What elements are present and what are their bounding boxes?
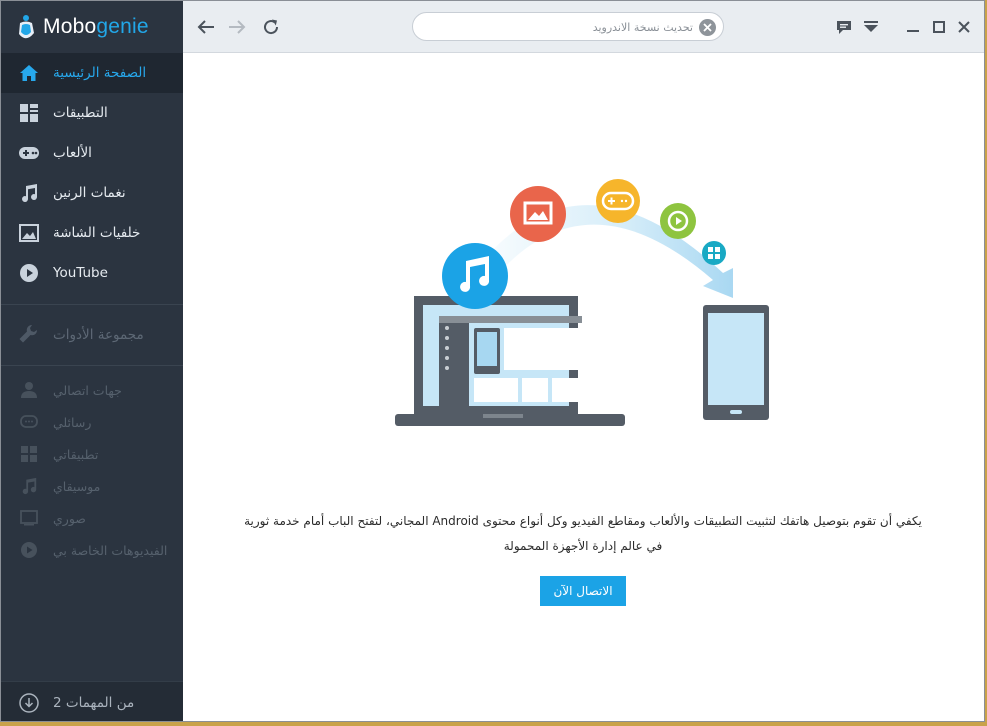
message-icon — [20, 413, 38, 431]
description-line-1: يكفي أن تقوم بتوصيل هاتفك لتثبيت التطبيق… — [244, 514, 922, 528]
minimize-icon — [907, 30, 919, 32]
sidebar-item-wallpapers[interactable]: خلفيات الشاشة — [1, 213, 183, 253]
sidebar-item-label: الألعاب — [53, 145, 92, 161]
sidebar-item-apps[interactable]: التطبيقات — [1, 93, 183, 133]
forward-button[interactable] — [226, 16, 248, 38]
sidebar-item-home[interactable]: الصفحة الرئيسية — [1, 53, 183, 93]
search-input[interactable] — [423, 17, 693, 37]
sidebar-item-label: مجموعة الأدوات — [53, 327, 144, 343]
sidebar-item-my-music[interactable]: موسيقاي — [1, 470, 183, 502]
sidebar-item-label: YouTube — [53, 265, 108, 281]
sidebar-item-label: رسائلي — [53, 414, 92, 430]
contact-icon — [20, 381, 38, 399]
sidebar: Mobogenie الصفحة الرئيسية التطبيقات الأل… — [1, 1, 183, 721]
arrow-right-icon — [229, 20, 246, 34]
clear-search-button[interactable] — [699, 19, 716, 36]
toolbar — [183, 1, 984, 53]
apps-grid-icon — [20, 445, 38, 463]
back-button[interactable] — [195, 16, 217, 38]
sidebar-item-label: موسيقاي — [53, 478, 101, 494]
maximize-button[interactable] — [928, 16, 950, 38]
sidebar-item-my-apps[interactable]: تطبيقاتي — [1, 438, 183, 470]
sidebar-item-label: خلفيات الشاشة — [53, 225, 141, 241]
refresh-icon — [264, 19, 279, 35]
sidebar-item-my-pictures[interactable]: صوري — [1, 502, 183, 534]
sidebar-item-my-videos[interactable]: الفيديوهات الخاصة بي — [1, 534, 183, 566]
maximize-icon — [933, 21, 945, 33]
connect-phone-illustration — [395, 179, 769, 426]
main-content: يكفي أن تقوم بتوصيل هاتفك لتثبيت التطبيق… — [183, 53, 984, 721]
sidebar-item-label: تطبيقاتي — [53, 446, 99, 462]
music-note-icon — [18, 182, 40, 204]
menu-button[interactable] — [860, 16, 882, 38]
video-icon — [20, 541, 38, 559]
tasks-label: 2 من المهمات — [53, 694, 135, 711]
sidebar-item-messages[interactable]: رسائلي — [1, 406, 183, 438]
minimize-button[interactable] — [902, 16, 924, 38]
logo-text: Mobogenie — [43, 15, 149, 39]
close-icon — [958, 21, 970, 33]
sidebar-item-label: الفيديوهات الخاصة بي — [53, 542, 168, 558]
picture-icon — [20, 509, 38, 527]
sidebar-item-label: جهات اتصالي — [53, 382, 122, 398]
wrench-icon — [18, 324, 40, 346]
sidebar-item-toolbox[interactable]: مجموعة الأدوات — [1, 305, 183, 365]
music-note-icon — [20, 477, 38, 495]
my-device-nav: جهات اتصالي رسائلي تطبيقاتي موسيقاي صوري… — [1, 366, 183, 566]
download-icon — [19, 692, 39, 713]
dropdown-menu-icon — [864, 21, 878, 32]
play-icon — [18, 262, 40, 284]
gamepad-icon — [18, 142, 40, 164]
sidebar-item-label: التطبيقات — [53, 105, 108, 121]
description-line-2: في عالم إدارة الأجهزة المحمولة — [503, 539, 663, 553]
logo-text-prefix: Mobo — [43, 15, 97, 38]
sidebar-item-label: صوري — [53, 510, 86, 526]
sidebar-item-label: الصفحة الرئيسية — [53, 65, 147, 81]
main-nav: الصفحة الرئيسية التطبيقات الألعاب نغمات … — [1, 53, 183, 293]
feedback-button[interactable] — [833, 16, 855, 38]
refresh-button[interactable] — [260, 16, 282, 38]
sidebar-item-contacts[interactable]: جهات اتصالي — [1, 374, 183, 406]
connect-now-button[interactable]: الاتصال الآن — [540, 576, 626, 606]
home-icon — [18, 62, 40, 84]
arrow-left-icon — [197, 20, 214, 34]
sidebar-item-label: نغمات الرنين — [53, 185, 126, 201]
wallpaper-icon — [18, 222, 40, 244]
sidebar-item-youtube[interactable]: YouTube — [1, 253, 183, 293]
tasks-bar[interactable]: 2 من المهمات — [1, 681, 183, 721]
logo-text-suffix: genie — [96, 15, 149, 38]
close-button[interactable] — [953, 16, 975, 38]
sidebar-item-games[interactable]: الألعاب — [1, 133, 183, 173]
apps-grid-icon — [18, 102, 40, 124]
search-box — [412, 12, 724, 41]
sidebar-item-ringtones[interactable]: نغمات الرنين — [1, 173, 183, 213]
close-icon — [703, 23, 712, 32]
app-window: Mobogenie الصفحة الرئيسية التطبيقات الأل… — [0, 0, 985, 722]
logo[interactable]: Mobogenie — [1, 1, 183, 53]
mobogenie-logo-icon — [17, 13, 37, 41]
description-text: يكفي أن تقوم بتوصيل هاتفك لتثبيت التطبيق… — [243, 509, 923, 559]
chat-icon — [837, 20, 851, 34]
